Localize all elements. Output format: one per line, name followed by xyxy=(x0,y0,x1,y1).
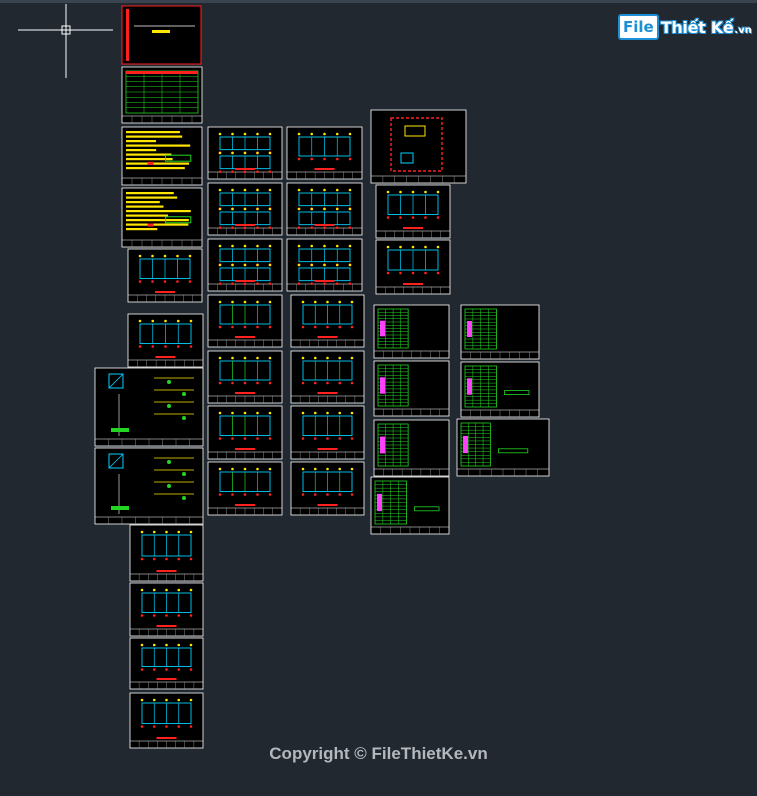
drawing-sheet-thumbnail[interactable] xyxy=(127,248,203,303)
drawing-sheet-thumbnail[interactable] xyxy=(286,238,363,292)
drawing-sheet-thumbnail[interactable] xyxy=(121,187,203,248)
drawing-sheet-thumbnail[interactable] xyxy=(375,184,451,239)
ucs-crosshair-icon xyxy=(18,4,113,78)
drawing-sheets-layer xyxy=(94,5,550,749)
drawing-sheet-thumbnail[interactable] xyxy=(207,238,283,292)
drawing-sheet-thumbnail[interactable] xyxy=(290,405,365,460)
drawing-sheet-thumbnail[interactable] xyxy=(129,582,204,637)
drawing-sheet-thumbnail[interactable] xyxy=(129,524,204,582)
drawing-sheet-thumbnail[interactable] xyxy=(121,5,202,65)
drawing-sheet-thumbnail[interactable] xyxy=(373,360,450,417)
drawing-sheet-thumbnail[interactable] xyxy=(121,126,203,186)
drawing-sheet-thumbnail[interactable] xyxy=(129,637,204,690)
logo-file-box: File xyxy=(618,14,659,40)
drawing-sheet-thumbnail[interactable] xyxy=(207,461,283,516)
logo-name: Thiết Kế xyxy=(660,17,734,37)
drawing-sheet-thumbnail[interactable] xyxy=(373,419,450,477)
drawing-sheet-thumbnail[interactable] xyxy=(207,350,283,404)
drawing-sheet-thumbnail[interactable] xyxy=(460,304,540,360)
drawing-sheet-thumbnail[interactable] xyxy=(456,418,550,477)
drawing-sheet-thumbnail[interactable] xyxy=(290,350,365,404)
drawing-sheet-thumbnail[interactable] xyxy=(94,447,204,525)
drawing-sheet-thumbnail[interactable] xyxy=(94,367,204,447)
drawing-sheet-thumbnail[interactable] xyxy=(286,182,363,236)
drawing-sheet-thumbnail[interactable] xyxy=(129,692,204,749)
copyright-watermark: Copyright © FileThietKe.vn xyxy=(269,744,488,763)
drawing-sheet-thumbnail[interactable] xyxy=(290,294,365,348)
drawing-sheet-thumbnail[interactable] xyxy=(127,313,204,368)
drawing-sheet-thumbnail[interactable] xyxy=(370,476,450,535)
drawing-sheet-thumbnail[interactable] xyxy=(121,66,203,124)
cad-model-space[interactable] xyxy=(0,0,757,796)
drawing-sheet-thumbnail[interactable] xyxy=(375,239,451,295)
logo-domain: .vn xyxy=(734,24,752,36)
drawing-sheet-thumbnail[interactable] xyxy=(373,304,450,359)
drawing-sheet-thumbnail[interactable] xyxy=(207,182,283,236)
drawing-sheet-thumbnail[interactable] xyxy=(207,294,283,348)
drawing-sheet-thumbnail[interactable] xyxy=(370,109,467,184)
logo-icon: File Thiết Kế .vn xyxy=(618,12,752,42)
drawing-sheet-thumbnail[interactable] xyxy=(460,361,540,418)
drawing-sheet-thumbnail[interactable] xyxy=(207,405,283,460)
drawing-sheet-thumbnail[interactable] xyxy=(290,461,365,516)
drawing-sheet-thumbnail[interactable] xyxy=(207,126,283,180)
drawing-sheet-thumbnail[interactable] xyxy=(286,126,363,180)
